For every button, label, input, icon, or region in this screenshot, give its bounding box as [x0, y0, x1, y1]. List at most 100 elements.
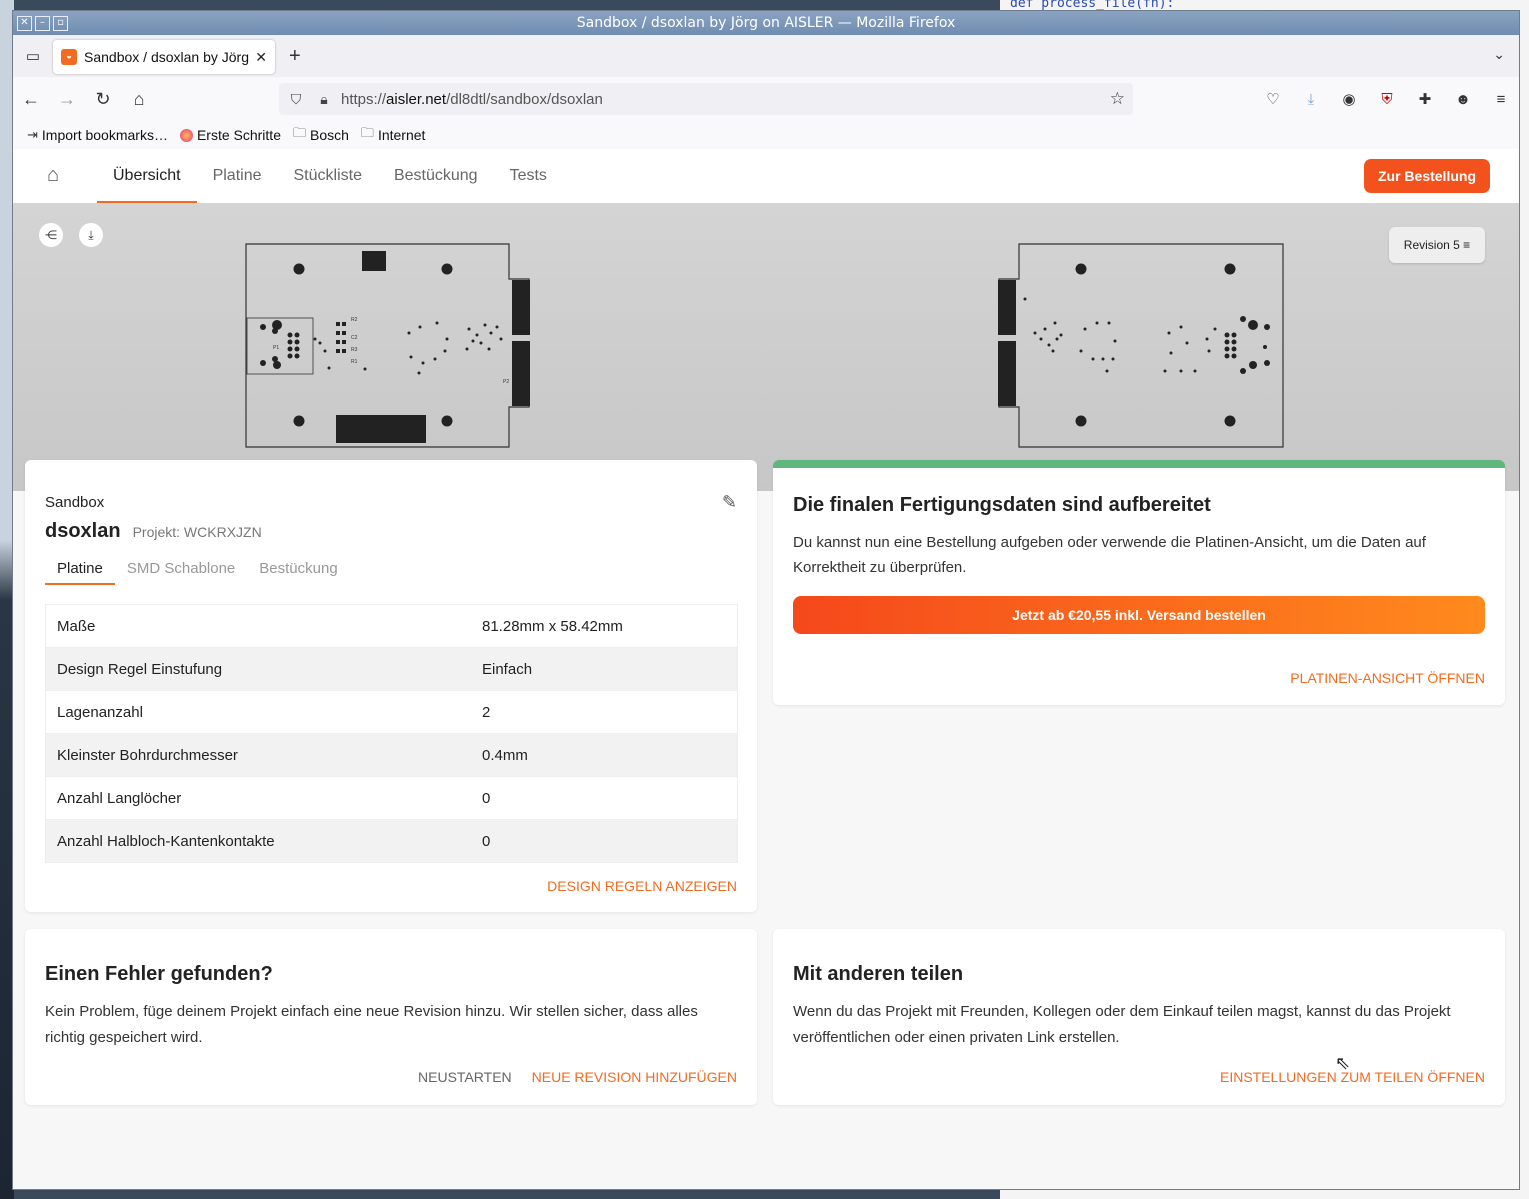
- success-bar: [773, 460, 1505, 468]
- nav-tests[interactable]: Tests: [494, 149, 563, 203]
- lock-icon[interactable]: 🔒︎: [313, 91, 335, 108]
- spec-label: Design Regel Einstufung: [45, 647, 471, 691]
- aisler-favicon-icon: ◒: [61, 49, 77, 65]
- new-revision-link[interactable]: NEUE REVISION HINZUFÜGEN: [532, 1069, 737, 1085]
- table-row: Anzahl Halbloch-Kantenkontakte 0: [45, 819, 738, 863]
- import-icon: ⇥: [27, 127, 38, 142]
- pocket-icon[interactable]: ♡: [1261, 90, 1285, 108]
- pcb-label-r2: R2: [351, 317, 358, 323]
- window-titlebar: ✕ – ▫ Sandbox / dsoxlan by Jörg on AISLE…: [13, 11, 1519, 35]
- nav-bestueckung[interactable]: Bestückung: [378, 149, 494, 203]
- spec-label: Anzahl Halbloch-Kantenkontakte: [45, 819, 471, 863]
- subtab-bestueckung[interactable]: Bestückung: [247, 560, 349, 585]
- pcb-view-link[interactable]: PLATINEN-ANSICHT ÖFFNEN: [1290, 670, 1485, 686]
- fabrication-ready-card: Die finalen Fertigungsdaten sind aufbere…: [773, 460, 1505, 705]
- folder-icon: 🗀: [292, 125, 306, 140]
- menu-icon[interactable]: ≡: [1489, 91, 1513, 108]
- ready-text: Du kannst nun eine Bestellung aufgeben o…: [793, 534, 1426, 576]
- bookmark-erste-schritte[interactable]: Erste Schritte: [179, 127, 281, 143]
- app-home-icon[interactable]: ⌂: [47, 164, 59, 187]
- pcb-label-p2: P2: [503, 379, 509, 385]
- folder-icon: 🗀: [360, 125, 374, 140]
- browser-tab[interactable]: ◒ Sandbox / dsoxlan by Jörg ✕: [53, 40, 275, 74]
- forward-icon[interactable]: →: [49, 89, 85, 110]
- pcb-label-r3: R3: [351, 347, 358, 353]
- table-row: Kleinster Bohrdurchmesser 0.4mm: [45, 733, 738, 777]
- tab-close-icon[interactable]: ✕: [255, 49, 267, 66]
- subtab-smd-schablone[interactable]: SMD Schablone: [115, 560, 247, 585]
- tab-title: Sandbox / dsoxlan by Jörg: [84, 49, 249, 65]
- mouse-cursor-icon: ⇖: [1335, 1053, 1351, 1073]
- reload-icon[interactable]: ↻: [85, 89, 121, 110]
- table-row: Maße 81.28mm x 58.42mm: [45, 604, 738, 648]
- bookmark-import[interactable]: ⇥ Import bookmarks…: [27, 127, 168, 143]
- nav-stueckliste[interactable]: Stückliste: [278, 149, 378, 203]
- project-card: Sandbox ✎ dsoxlan Projekt: WCKRXJZN Plat…: [25, 460, 757, 912]
- bookmark-internet[interactable]: 🗀 Internet: [361, 124, 426, 146]
- spec-value: 2: [471, 690, 738, 734]
- spec-label: Lagenanzahl: [45, 690, 471, 734]
- spec-value: 0: [471, 819, 738, 863]
- nav-uebersicht[interactable]: Übersicht: [97, 149, 197, 203]
- restart-link[interactable]: NEUSTARTEN: [418, 1069, 512, 1085]
- url-bar[interactable]: ⛉ 🔒︎ https://aisler.net/dl8dtl/sandbox/d…: [279, 83, 1133, 115]
- project-id: Projekt: WCKRXJZN: [132, 524, 262, 540]
- revision-selector[interactable]: Revision 5 ≡: [1389, 227, 1485, 263]
- share-settings-link[interactable]: EINSTELLUNGEN ZUM TEILEN ÖFFNEN: [1220, 1069, 1485, 1085]
- spec-value: 0: [471, 776, 738, 820]
- share-title: Mit anderen teilen: [793, 963, 964, 985]
- account-icon[interactable]: ◉: [1337, 90, 1361, 108]
- tracking-shield-icon[interactable]: ⛉: [285, 91, 307, 108]
- profile-avatar-icon[interactable]: ☻: [1451, 91, 1475, 108]
- window-title: Sandbox / dsoxlan by Jörg on AISLER — Mo…: [576, 15, 956, 31]
- pcb-bottom-view: [997, 243, 1284, 448]
- project-name: dsoxlan: [45, 520, 121, 542]
- pcb-top-view: P1 R2 C2 R3 R1 P2: [245, 243, 531, 448]
- ublock-icon[interactable]: ⛨: [1375, 91, 1399, 108]
- project-group: Sandbox: [45, 494, 105, 511]
- tab-list-icon[interactable]: ▭: [13, 47, 53, 65]
- app-navigation: ⌂ Übersicht Platine Stückliste Bestückun…: [13, 149, 1519, 203]
- bookmark-star-icon[interactable]: ☆: [1110, 89, 1125, 109]
- downloads-icon[interactable]: ⤓: [1299, 91, 1323, 108]
- order-button[interactable]: Zur Bestellung: [1364, 159, 1490, 193]
- tab-overflow-chevron-icon[interactable]: ⌄: [1493, 46, 1505, 63]
- share-card: Mit anderen teilen Wenn du das Projekt m…: [773, 929, 1505, 1105]
- subtab-platine[interactable]: Platine: [45, 560, 115, 585]
- share-text: Wenn du das Projekt mit Freunden, Kolleg…: [793, 1003, 1451, 1046]
- pcb-label-c2: C2: [351, 335, 358, 341]
- share-icon[interactable]: ⋲: [39, 223, 63, 247]
- pcb-label-r1: R1: [351, 359, 358, 365]
- spec-value: 0.4mm: [471, 733, 738, 777]
- bookmarks-toolbar: ⇥ Import bookmarks… Erste Schritte 🗀 Bosch…: [13, 121, 1519, 150]
- pcb-preview: ⋲ ⤓ Revision 5 ≡ P1 R2 C2 R3 R1 P2: [13, 203, 1519, 491]
- error-title: Einen Fehler gefunden?: [45, 963, 273, 985]
- browser-window: ✕ – ▫ Sandbox / dsoxlan by Jörg on AISLE…: [12, 10, 1520, 1190]
- bookmark-bosch[interactable]: 🗀 Bosch: [293, 124, 349, 146]
- new-tab-icon[interactable]: +: [289, 45, 301, 68]
- extensions-icon[interactable]: ✚: [1413, 90, 1437, 108]
- spec-table: Maße 81.28mm x 58.42mm Design Regel Einst…: [45, 604, 738, 863]
- edit-pencil-icon[interactable]: ✎: [722, 492, 737, 513]
- spec-label: Kleinster Bohrdurchmesser: [45, 733, 471, 777]
- tab-bar: ▭ ◒ Sandbox / dsoxlan by Jörg ✕ + ⌄: [13, 35, 1519, 77]
- pcb-label-p1: P1: [273, 345, 279, 351]
- error-text: Kein Problem, füge deinem Projekt einfac…: [45, 1003, 698, 1046]
- table-row: Lagenanzahl 2: [45, 690, 738, 734]
- spec-value: Einfach: [471, 647, 738, 691]
- table-row: Design Regel Einstufung Einfach: [45, 647, 738, 691]
- page-content: ⌂ Übersicht Platine Stückliste Bestückun…: [13, 149, 1519, 1189]
- spec-value: 81.28mm x 58.42mm: [471, 604, 738, 648]
- spec-label: Maße: [45, 604, 471, 648]
- back-icon[interactable]: ←: [13, 89, 49, 110]
- url-text[interactable]: https://aisler.net/dl8dtl/sandbox/dsoxla…: [341, 91, 603, 108]
- home-icon[interactable]: ⌂: [121, 89, 157, 110]
- design-rules-link[interactable]: DESIGN REGELN ANZEIGEN: [547, 878, 737, 894]
- spec-label: Anzahl Langlöcher: [45, 776, 471, 820]
- nav-platine[interactable]: Platine: [197, 149, 278, 203]
- download-icon[interactable]: ⤓: [79, 223, 103, 247]
- table-row: Anzahl Langlöcher 0: [45, 776, 738, 820]
- error-card: Einen Fehler gefunden? Kein Problem, füg…: [25, 929, 757, 1105]
- firefox-icon: [179, 128, 193, 142]
- order-now-button[interactable]: Jetzt ab €20,55 inkl. Versand bestellen: [793, 596, 1485, 634]
